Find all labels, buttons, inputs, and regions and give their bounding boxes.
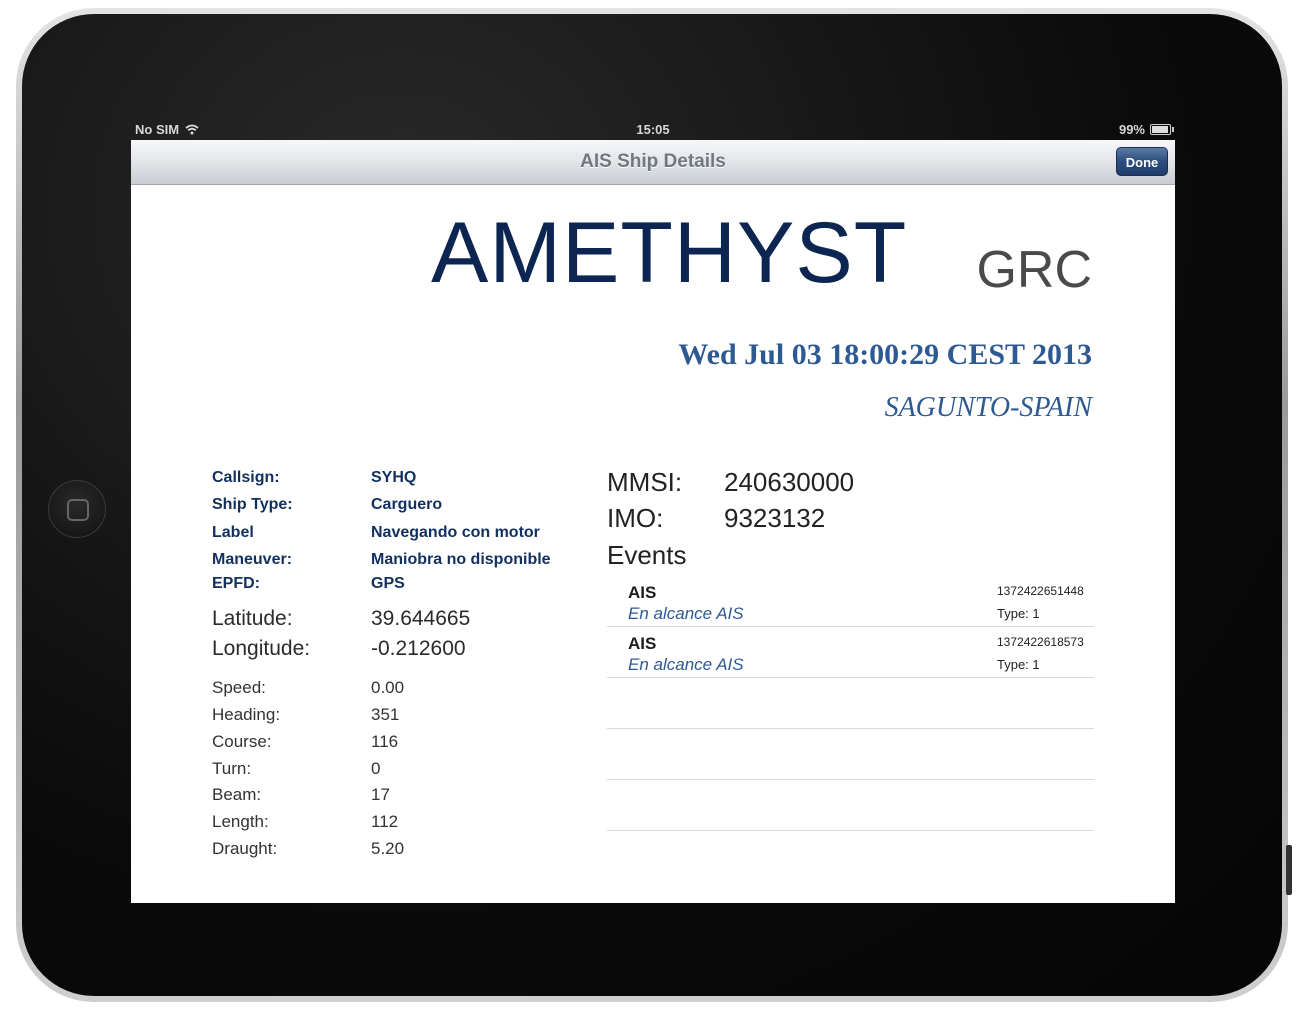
speed-label: Speed: xyxy=(212,678,266,697)
event-row[interactable]: AIS En alcance AIS 1372422651448 Type: 1 xyxy=(607,576,1094,627)
status-bar: No SIM 15:05 99% xyxy=(131,119,1175,140)
report-datetime: Wed Jul 03 18:00:29 CEST 2013 xyxy=(678,338,1092,371)
length-label: Length: xyxy=(212,812,269,831)
event-subtype: Type: 1 xyxy=(997,657,1040,672)
beam-label: Beam: xyxy=(212,785,262,804)
ship-type-value: Carguero xyxy=(371,496,443,513)
ship-name: AMETHYST xyxy=(431,205,908,301)
callsign-value: SYHQ xyxy=(371,469,417,486)
maneuver-value: Maniobra no disponible xyxy=(371,551,551,568)
empty-row xyxy=(607,729,1094,780)
event-subtype: Type: 1 xyxy=(997,606,1040,621)
maneuver-label: Maneuver: xyxy=(212,551,293,568)
empty-row xyxy=(607,780,1094,831)
epfd-label: EPFD: xyxy=(212,575,260,592)
status-label: Label xyxy=(212,524,254,541)
empty-row xyxy=(607,678,1094,729)
event-type: AIS xyxy=(628,634,657,653)
speed-value: 0.00 xyxy=(371,678,405,697)
heading-label: Heading: xyxy=(212,705,281,724)
ship-flag: GRC xyxy=(976,241,1092,299)
event-type: AIS xyxy=(628,583,657,602)
turn-label: Turn: xyxy=(212,759,252,778)
heading-value: 351 xyxy=(371,705,400,724)
side-button xyxy=(1286,845,1292,895)
draught-value: 5.20 xyxy=(371,839,405,858)
event-row[interactable]: AIS En alcance AIS 1372422618573 Type: 1 xyxy=(607,627,1094,678)
course-label: Course: xyxy=(212,732,272,751)
event-description: En alcance AIS xyxy=(628,655,744,674)
draught-label: Draught: xyxy=(212,839,278,858)
longitude-value: -0.212600 xyxy=(371,637,466,660)
battery-percent: 99% xyxy=(1118,122,1145,137)
home-button[interactable] xyxy=(48,480,106,538)
events-list: AIS En alcance AIS 1372422651448 Type: 1… xyxy=(607,576,1094,831)
turn-value: 0 xyxy=(371,759,381,778)
callsign-label: Callsign: xyxy=(212,469,280,486)
mmsi-label: MMSI: xyxy=(607,467,683,497)
beam-value: 17 xyxy=(371,785,390,804)
course-value: 116 xyxy=(371,732,399,751)
status-time: 15:05 xyxy=(636,122,670,137)
ship-type-label: Ship Type: xyxy=(212,496,293,513)
done-button[interactable]: Done xyxy=(1116,147,1168,176)
nav-title: AIS Ship Details xyxy=(580,151,726,172)
event-id: 1372422618573 xyxy=(997,635,1084,649)
ship-details-screen: AIS Ship Details Done AMETHYST GRC Wed J… xyxy=(131,140,1175,903)
mmsi-value: 240630000 xyxy=(724,467,855,497)
imo-value: 9323132 xyxy=(724,503,826,533)
longitude-label: Longitude: xyxy=(212,637,311,660)
event-id: 1372422651448 xyxy=(997,584,1084,598)
status-value: Navegando con motor xyxy=(371,524,540,541)
epfd-value: GPS xyxy=(371,575,405,592)
destination-port: SAGUNTO-SPAIN xyxy=(884,392,1092,423)
event-description: En alcance AIS xyxy=(628,604,744,623)
navigation-bar: AIS Ship Details Done xyxy=(131,140,1175,185)
length-value: 112 xyxy=(371,812,399,831)
latitude-value: 39.644665 xyxy=(371,607,471,630)
events-title: Events xyxy=(607,540,687,570)
battery-icon xyxy=(1150,124,1174,135)
home-button-icon xyxy=(67,499,89,521)
latitude-label: Latitude: xyxy=(212,607,293,630)
imo-label: IMO: xyxy=(607,503,664,533)
